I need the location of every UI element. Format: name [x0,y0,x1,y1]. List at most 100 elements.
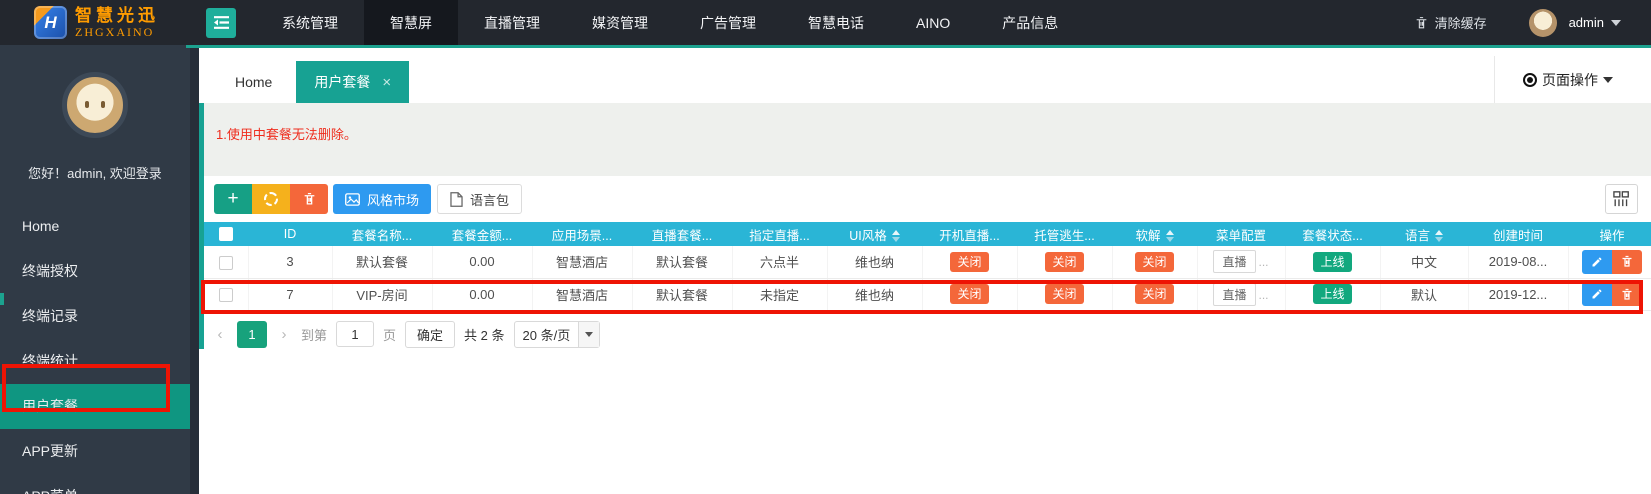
language-pack-label: 语言包 [470,190,509,209]
cell-package-amount: 0.00 [432,278,532,310]
edit-button[interactable] [1582,250,1612,274]
sidebar-item-terminal-records[interactable]: 终端记录 [0,294,190,339]
sidebar-item-app-update[interactable]: APP更新 [0,429,190,474]
sidebar-avatar [62,72,128,138]
cell-boot-live: 关闭 [922,246,1017,278]
cell-menu-config: 直播... [1197,246,1285,278]
avatar-eye [101,101,105,108]
header-ui-style[interactable]: UI风格 [827,222,922,246]
nav-item-product[interactable]: 产品信息 [976,0,1084,45]
header-row: ID 套餐名称... 套餐金额... 应用场景... 直播套餐... 指定直播.… [204,222,1651,246]
row-checkbox[interactable] [219,256,233,270]
page-actions-label: 页面操作 [1542,70,1598,90]
refresh-button[interactable] [252,184,290,214]
nav-item-live[interactable]: 直播管理 [458,0,566,45]
header-language[interactable]: 语言 [1380,222,1468,246]
delete-button[interactable] [1612,250,1642,274]
nav-item-aino[interactable]: AINO [890,0,976,45]
sort-icon[interactable] [892,230,900,242]
pencil-icon [1591,256,1603,268]
current-page-button[interactable]: 1 [237,321,267,348]
goto-page-input[interactable] [336,321,374,347]
confirm-button[interactable]: 确定 [405,321,455,348]
page-size-select[interactable]: 20 条/页 [514,321,601,348]
cell-created-at: 2019-12... [1468,278,1568,310]
pagination: ‹ 1 › 到第 页 确定 共 2 条 20 条/页 [204,311,1651,349]
sidebar-item-app-menu[interactable]: APP菜单 [0,474,190,494]
next-page-icon[interactable]: › [276,326,292,343]
tab-home[interactable]: Home [211,61,296,103]
header-operations: 操作 [1568,222,1651,246]
sidebar-item-home[interactable]: Home [0,204,190,249]
sort-icon[interactable] [1166,230,1174,242]
header-label: 语言 [1405,229,1430,243]
cell-scene: 智慧酒店 [532,246,632,278]
total-count-label: 共 2 条 [464,325,504,344]
header-package-status: 套餐状态... [1285,222,1380,246]
sidebar-toggle-button[interactable] [206,8,236,38]
cell-assigned-live: 未指定 [732,278,827,310]
operation-buttons [1582,282,1642,306]
header-boot-live: 开机直播... [922,222,1017,246]
select-arrow-box[interactable] [578,322,599,347]
column-settings-button[interactable] [1605,184,1638,214]
nav-item-system[interactable]: 系统管理 [256,0,364,45]
status-badge: 上线 [1313,252,1351,272]
header-created-at: 创建时间 [1468,222,1568,246]
tab-bar: Home 用户套餐 × 页面操作 [199,48,1651,103]
select-all-checkbox[interactable] [219,227,233,241]
header-live-package: 直播套餐... [632,222,732,246]
cell-soft-decode: 关闭 [1112,278,1197,310]
operation-buttons [1582,250,1642,274]
header-checkbox-cell [204,222,248,246]
status-badge: 上线 [1313,284,1351,304]
columns-icon [1613,191,1630,207]
sidebar-item-terminal-auth[interactable]: 终端授权 [0,249,190,294]
nav-item-smartscreen[interactable]: 智慧屏 [364,0,458,45]
user-menu[interactable]: admin [1569,15,1621,30]
brand-logo-text: 智慧光迅 ZHGXAINO [75,7,159,38]
goto-page-label: 到第 [301,325,327,344]
sidebar: 您好！admin, 欢迎登录 Home 终端授权 终端记录 终端统计 用户套餐 … [0,45,190,494]
status-badge: 关闭 [950,252,988,272]
tab-user-packages[interactable]: 用户套餐 × [296,61,409,103]
style-market-button[interactable]: 风格市场 [333,184,431,214]
cell-id: 3 [248,246,332,278]
language-pack-button[interactable]: 语言包 [437,184,522,214]
edit-button[interactable] [1582,282,1612,306]
table-body: 3 默认套餐 0.00 智慧酒店 默认套餐 六点半 维也纳 关闭 关闭 关闭 直… [204,246,1651,310]
add-button[interactable]: + [214,184,252,214]
avatar-eye [85,101,89,108]
sidebar-item-user-packages[interactable]: 用户套餐 [0,384,190,429]
document-icon [450,192,463,207]
ellipsis: ... [1259,255,1269,269]
sort-icon[interactable] [1435,230,1443,242]
hamburger-icon [213,15,230,30]
nav-item-smartphone[interactable]: 智慧电话 [782,0,890,45]
cell-ui-style: 维也纳 [827,246,922,278]
header-soft-decode[interactable]: 软解 [1112,222,1197,246]
cell-language: 默认 [1380,278,1468,310]
close-icon[interactable]: × [382,75,391,90]
clear-cache-button[interactable]: 清除缓存 [1415,13,1487,32]
header-hosted-escape: 托管逃生... [1017,222,1112,246]
header-assigned-live: 指定直播... [732,222,827,246]
nav-item-ads[interactable]: 广告管理 [674,0,782,45]
row-checkbox[interactable] [219,288,233,302]
radio-icon [1523,73,1537,87]
user-avatar[interactable] [1529,9,1557,37]
cell-package-status: 上线 [1285,246,1380,278]
page-actions-dropdown[interactable]: 页面操作 [1494,56,1651,103]
table-row: 3 默认套餐 0.00 智慧酒店 默认套餐 六点半 维也纳 关闭 关闭 关闭 直… [204,246,1651,278]
prev-page-icon[interactable]: ‹ [212,326,228,343]
menu-config-tag: 直播 [1213,250,1255,273]
sidebar-item-terminal-stats[interactable]: 终端统计 [0,339,190,384]
delete-button[interactable] [1612,282,1642,306]
cell-package-amount: 0.00 [432,246,532,278]
tab-label: 用户套餐 [314,72,370,92]
delete-button[interactable] [290,184,328,214]
nav-item-media[interactable]: 媒资管理 [566,0,674,45]
header-menu-config: 菜单配置 [1197,222,1285,246]
style-market-label: 风格市场 [367,190,419,209]
cell-language: 中文 [1380,246,1468,278]
